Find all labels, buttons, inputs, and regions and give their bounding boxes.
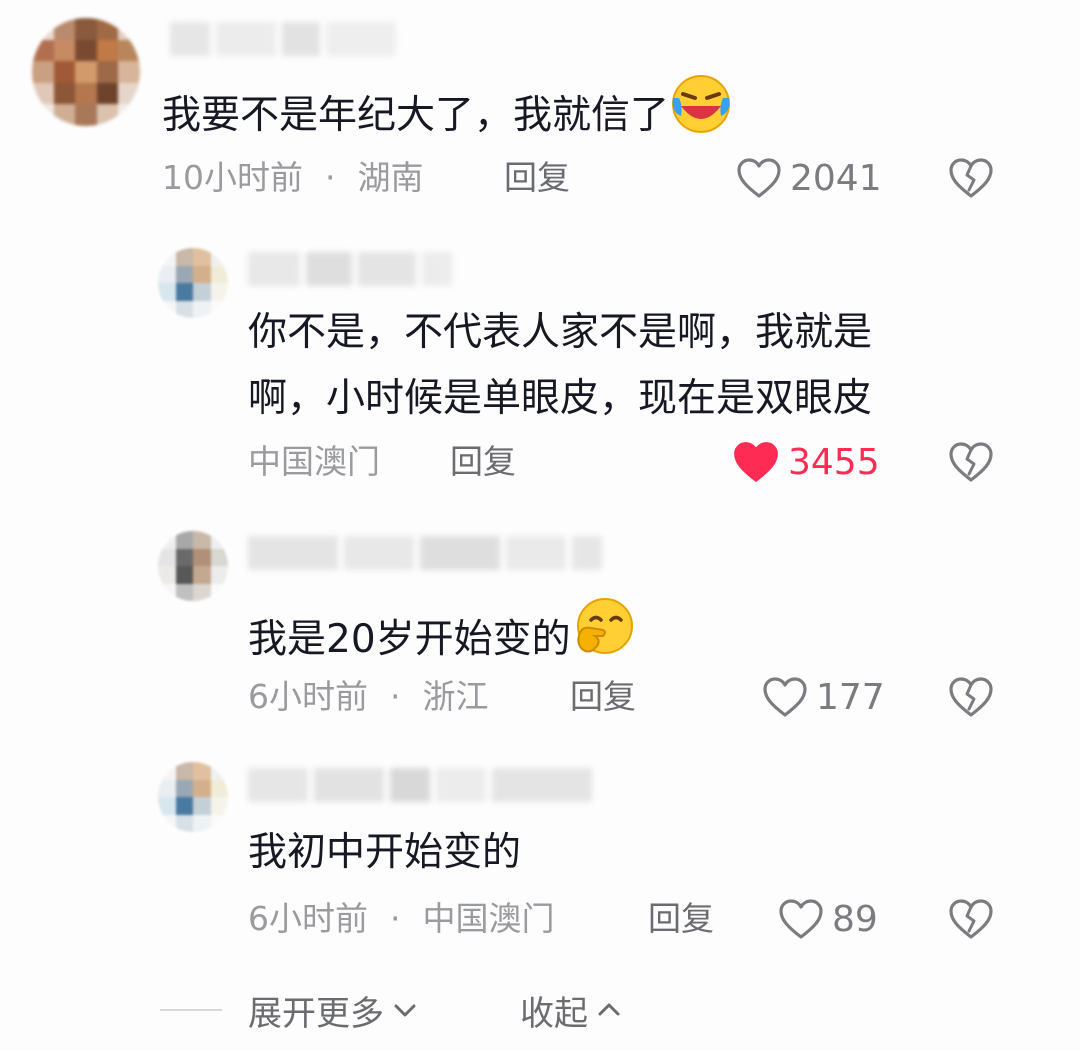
like-count: 2041 bbox=[790, 157, 882, 199]
like-button[interactable]: 2041 bbox=[736, 153, 882, 203]
laughing-crying-emoji bbox=[672, 75, 731, 133]
comment-text-line-2: 啊，小时候是单眼皮，现在是双眼皮 bbox=[248, 376, 873, 421]
broken-heart-icon[interactable] bbox=[948, 896, 994, 942]
heart-filled-icon bbox=[734, 442, 778, 482]
expand-more-label: 展开更多 bbox=[248, 993, 384, 1034]
location: 中国澳门 bbox=[422, 899, 555, 938]
expand-more-button[interactable]: 展开更多 bbox=[248, 986, 420, 1035]
comment-text: 我初中开始变的 bbox=[248, 830, 522, 875]
avatar[interactable] bbox=[158, 762, 228, 832]
location: 中国澳门 bbox=[248, 442, 380, 481]
heart-outline-icon bbox=[763, 677, 807, 717]
timestamp: 6小时前 bbox=[248, 899, 368, 938]
chevron-down-icon bbox=[394, 1004, 416, 1017]
location: 浙江 bbox=[422, 677, 489, 716]
broken-heart-icon[interactable] bbox=[948, 155, 994, 201]
separator-dot: · bbox=[325, 158, 336, 197]
timestamp: 10小时前 bbox=[162, 158, 303, 197]
reply-button[interactable]: 回复 bbox=[450, 437, 516, 487]
broken-heart-icon[interactable] bbox=[948, 439, 994, 485]
like-button[interactable]: 89 bbox=[778, 894, 878, 944]
collapse-button[interactable]: 收起 bbox=[520, 986, 624, 1035]
reply-button[interactable]: 回复 bbox=[570, 672, 636, 722]
comment-meta: 10小时前 · 湖南 bbox=[162, 153, 424, 203]
timestamp: 6小时前 bbox=[248, 677, 368, 716]
like-count: 89 bbox=[832, 898, 878, 940]
broken-heart-icon[interactable] bbox=[948, 674, 994, 720]
like-count: 3455 bbox=[788, 441, 880, 483]
collapse-label: 收起 bbox=[520, 993, 588, 1034]
separator-dot: · bbox=[390, 677, 401, 716]
username-blurred[interactable] bbox=[248, 536, 602, 570]
chevron-up-icon bbox=[598, 1003, 620, 1016]
comment-thread: 我要不是年纪大了，我就信了 10小时前 · 湖南 回复 2041 你不是，不代表… bbox=[0, 0, 1080, 1051]
divider-line bbox=[160, 1009, 222, 1011]
like-count: 177 bbox=[816, 676, 885, 718]
avatar[interactable] bbox=[32, 18, 140, 126]
comment-meta: 6小时前 · 浙江 bbox=[248, 672, 489, 722]
comment-text-line-1: 你不是，不代表人家不是啊，我就是 bbox=[248, 310, 873, 355]
hand-over-mouth-emoji bbox=[576, 598, 633, 654]
comment-text: 我是20岁开始变的 bbox=[248, 596, 635, 671]
avatar[interactable] bbox=[158, 248, 228, 318]
reply-button[interactable]: 回复 bbox=[648, 894, 714, 944]
location: 湖南 bbox=[357, 158, 424, 197]
comment-meta: 6小时前 · 中国澳门 bbox=[248, 894, 555, 944]
heart-outline-icon bbox=[737, 158, 781, 198]
username-blurred[interactable] bbox=[248, 252, 452, 286]
username-blurred[interactable] bbox=[248, 768, 592, 802]
avatar[interactable] bbox=[158, 531, 228, 601]
thread-footer: 展开更多 收起 bbox=[160, 985, 624, 1035]
like-button[interactable]: 3455 bbox=[732, 437, 880, 487]
username-blurred[interactable] bbox=[170, 22, 396, 56]
like-button[interactable]: 177 bbox=[762, 672, 885, 722]
comment-text: 我要不是年纪大了，我就信了 bbox=[162, 72, 733, 147]
heart-outline-icon bbox=[779, 899, 823, 939]
reply-button[interactable]: 回复 bbox=[504, 153, 570, 203]
separator-dot: · bbox=[390, 899, 401, 938]
